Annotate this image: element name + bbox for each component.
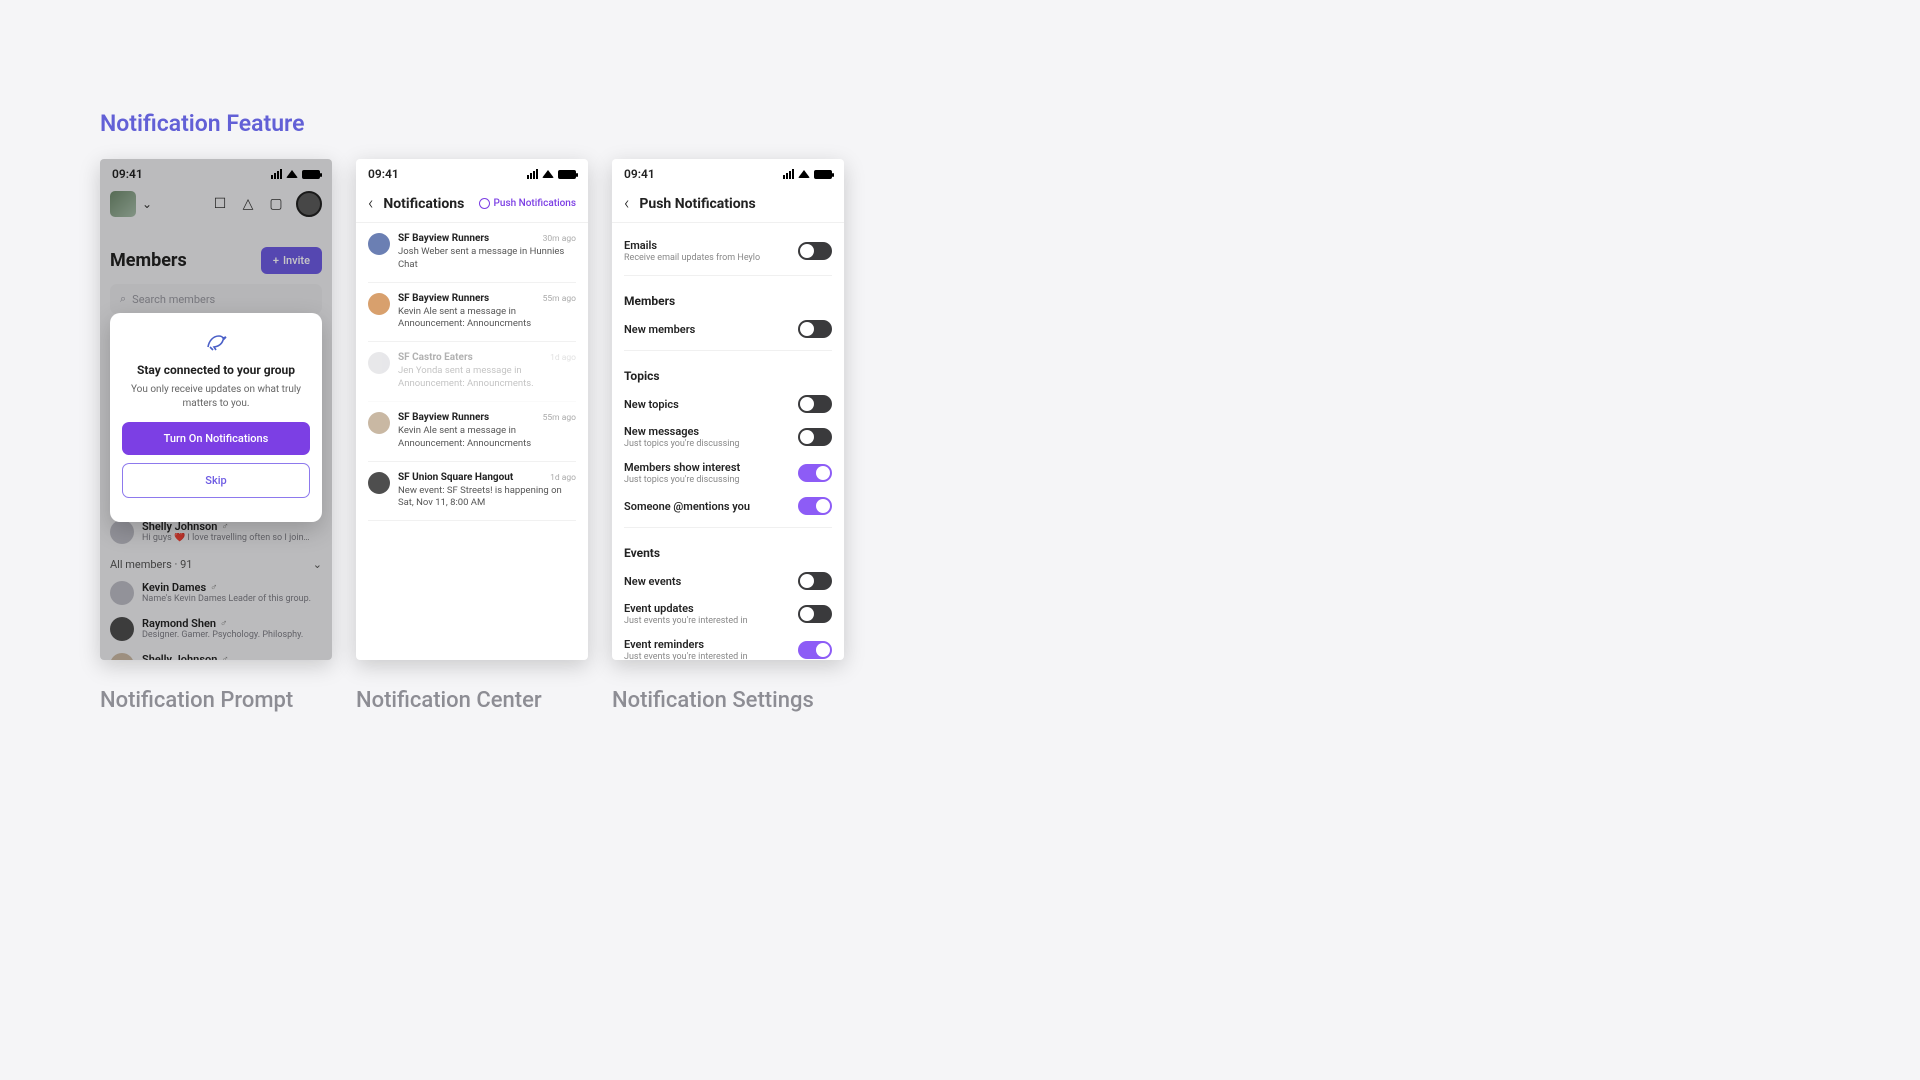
push-notifications-link[interactable]: Push Notifications [479, 198, 577, 209]
notification-prompt-modal: Stay connected to your group You only re… [110, 313, 322, 522]
status-icons [527, 169, 576, 179]
section-heading: Members [624, 294, 832, 308]
gear-icon [479, 198, 490, 209]
caption: Notification Prompt [100, 688, 332, 713]
caption: Notification Settings [612, 688, 844, 713]
header-title: Push Notifications [639, 196, 832, 212]
notification-group: SF Bayview Runners [398, 293, 489, 304]
turn-on-notifications-button[interactable]: Turn On Notifications [122, 422, 310, 455]
setting-label: Event reminders [624, 638, 748, 651]
setting-toggle[interactable] [798, 428, 832, 446]
setting-toggle[interactable] [798, 464, 832, 482]
notification-message: Jen Yonda sent a message in Announcement… [398, 365, 576, 391]
setting-label: Emails [624, 239, 760, 252]
notification-item[interactable]: SF Bayview Runners 55m ago Kevin Ale sen… [368, 283, 576, 343]
setting-row: Event reminders Just events you're inter… [624, 632, 832, 660]
signal-icon [783, 169, 794, 179]
setting-row: New events [624, 566, 832, 596]
status-bar: 09:41 [612, 159, 844, 185]
emails-toggle[interactable] [798, 242, 832, 260]
notification-message: New event: SF Streets! is happening on S… [398, 485, 576, 511]
back-button[interactable]: ‹ [368, 193, 373, 214]
notification-message: Kevin Ale sent a message in Announcement… [398, 306, 576, 332]
notification-time: 30m ago [543, 234, 576, 244]
setting-sub: Just events you're interested in [624, 652, 748, 660]
setting-row: New topics [624, 389, 832, 419]
signal-icon [527, 169, 538, 179]
setting-row: Members show interest Just topics you're… [624, 455, 832, 491]
setting-sub: Receive email updates from Heylo [624, 253, 760, 263]
section-heading: Events [624, 546, 832, 560]
setting-label: New events [624, 575, 681, 588]
setting-label: New topics [624, 398, 679, 411]
modal-title: Stay connected to your group [137, 363, 295, 377]
section-heading: Topics [624, 369, 832, 383]
back-button[interactable]: ‹ [624, 193, 629, 214]
wifi-icon [798, 170, 810, 178]
notification-item[interactable]: SF Bayview Runners 55m ago Kevin Ale sen… [368, 402, 576, 462]
notification-item[interactable]: SF Union Square Hangout 1d ago New event… [368, 462, 576, 522]
setting-label: Someone @mentions you [624, 500, 750, 513]
screen-notification-settings: 09:41 ‹ Push Notifications Emails Receiv… [612, 159, 844, 660]
avatar [368, 472, 390, 494]
bird-icon [204, 329, 228, 353]
notification-time: 1d ago [550, 473, 576, 483]
setting-row: Event updates Just events you're interes… [624, 596, 832, 632]
notification-group: SF Bayview Runners [398, 233, 489, 244]
notification-item[interactable]: SF Castro Eaters 1d ago Jen Yonda sent a… [368, 342, 576, 402]
setting-row: New messages Just topics you're discussi… [624, 419, 832, 455]
setting-row: New members [624, 314, 832, 344]
setting-label: Event updates [624, 602, 748, 615]
skip-button[interactable]: Skip [122, 463, 310, 498]
status-icons [783, 169, 832, 179]
modal-body: You only receive updates on what truly m… [122, 383, 310, 410]
notification-group: SF Union Square Hangout [398, 472, 513, 483]
setting-label: Members show interest [624, 461, 740, 474]
battery-icon [814, 170, 832, 179]
avatar [368, 233, 390, 255]
status-time: 09:41 [368, 167, 399, 181]
setting-toggle[interactable] [798, 395, 832, 413]
setting-sub: Just topics you're discussing [624, 475, 740, 485]
status-bar: 09:41 [356, 159, 588, 185]
notification-message: Kevin Ale sent a message in Announcement… [398, 425, 576, 451]
notification-group: SF Castro Eaters [398, 352, 473, 363]
setting-sub: Just topics you're discussing [624, 439, 739, 449]
setting-label: New messages [624, 425, 739, 438]
avatar [368, 412, 390, 434]
setting-toggle[interactable] [798, 572, 832, 590]
header-title: Notifications [383, 196, 478, 212]
avatar [368, 352, 390, 374]
wifi-icon [542, 170, 554, 178]
notification-item[interactable]: SF Bayview Runners 30m ago Josh Weber se… [368, 223, 576, 283]
notification-message: Josh Weber sent a message in Hunnies Cha… [398, 246, 576, 272]
notification-time: 1d ago [550, 353, 576, 363]
battery-icon [558, 170, 576, 179]
status-time: 09:41 [624, 167, 655, 181]
notification-group: SF Bayview Runners [398, 412, 489, 423]
screen-notification-center: 09:41 ‹ Notifications Push Notifications… [356, 159, 588, 660]
setting-toggle[interactable] [798, 605, 832, 623]
avatar [368, 293, 390, 315]
setting-sub: Just events you're interested in [624, 616, 748, 626]
setting-row: Someone @mentions you [624, 491, 832, 521]
setting-toggle[interactable] [798, 497, 832, 515]
notification-time: 55m ago [543, 413, 576, 423]
setting-label: New members [624, 323, 695, 336]
screen-notification-prompt: 09:41 ⌄ ☐ △ ▢ [100, 159, 332, 660]
caption: Notification Center [356, 688, 588, 713]
setting-toggle[interactable] [798, 320, 832, 338]
page-title: Notification Feature [100, 110, 305, 137]
setting-toggle[interactable] [798, 641, 832, 659]
notification-time: 55m ago [543, 294, 576, 304]
